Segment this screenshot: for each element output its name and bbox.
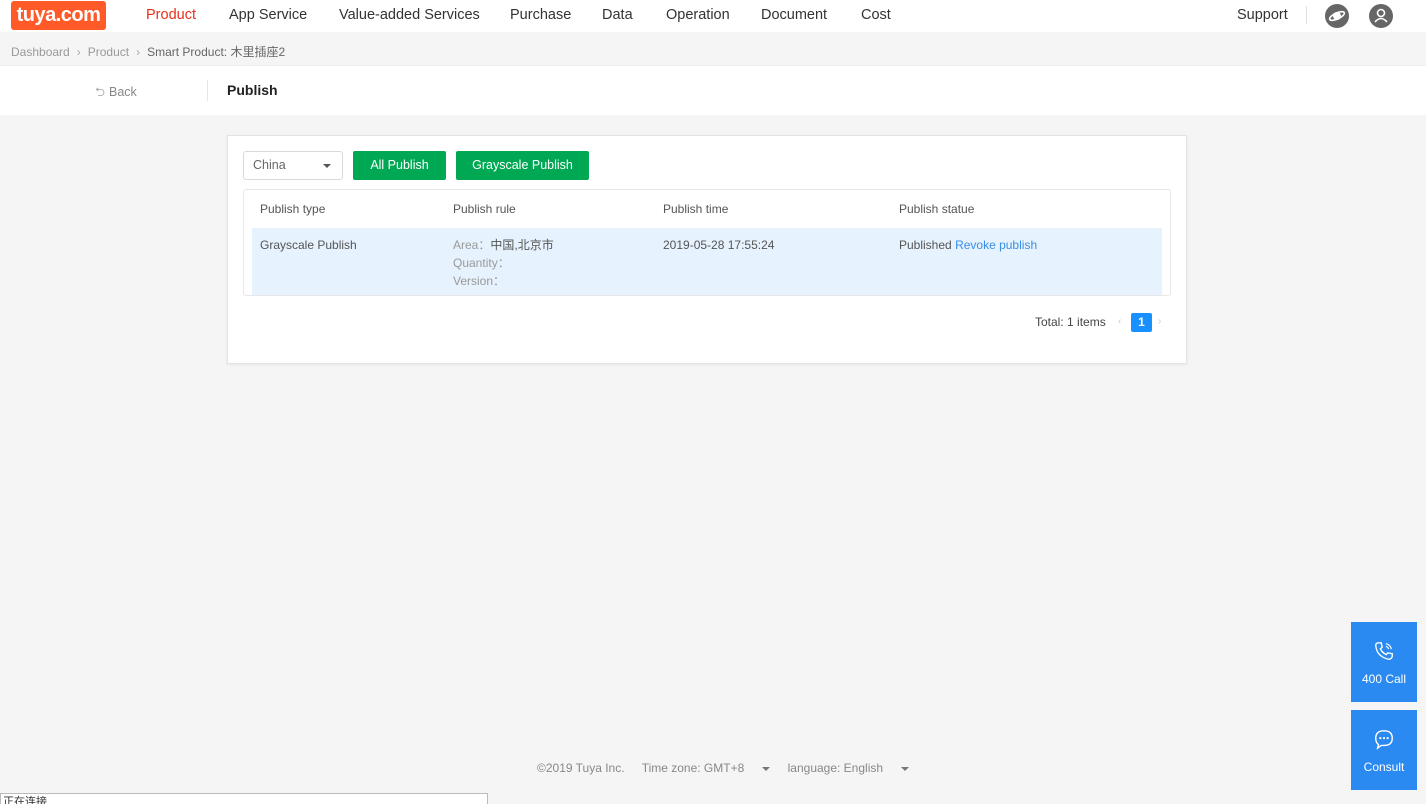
nav-operation[interactable]: Operation (666, 0, 730, 32)
browser-status-bar: 正在连接 (0, 793, 488, 804)
breadcrumb: Dashboard › Product › Smart Product: 木里插座2 (11, 43, 285, 60)
chevron-right-icon: › (136, 45, 141, 59)
nav-product[interactable]: Product (146, 0, 196, 32)
breadcrumb-current: Smart Product: 木里插座2 (147, 45, 286, 59)
language-label: language: English (787, 761, 884, 775)
caret-down-icon (901, 766, 910, 771)
cell-type: Grayscale Publish (260, 238, 357, 252)
cell-time: 2019-05-28 17:55:24 (663, 238, 775, 252)
col-header-status: Publish statue (899, 202, 975, 216)
publish-card: China All Publish Grayscale Publish Publ… (227, 135, 1187, 364)
footer: ©2019 Tuya Inc. Time zone: GMT+8 languag… (537, 761, 923, 775)
area-label: Area： (453, 238, 491, 252)
nav-data[interactable]: Data (602, 0, 633, 32)
consult-button[interactable]: Consult (1351, 710, 1417, 790)
caret-down-icon (323, 164, 331, 168)
call-button[interactable]: 400 Call (1351, 622, 1417, 702)
support-link[interactable]: Support (1237, 0, 1288, 30)
tuya-logo[interactable]: tuya.com (11, 1, 106, 30)
col-header-rule: Publish rule (453, 202, 516, 216)
grayscale-publish-button[interactable]: Grayscale Publish (456, 151, 589, 180)
chat-bubble-icon (1375, 730, 1393, 750)
col-header-time: Publish time (663, 202, 729, 216)
revoke-publish-link[interactable]: Revoke publish (955, 238, 1037, 252)
divider (207, 80, 208, 101)
top-nav: tuya.com Product App Service Value-added… (0, 0, 1426, 32)
region-select[interactable]: China (243, 151, 343, 180)
cell-status: Published Revoke publish (899, 236, 1037, 254)
nav-app-service[interactable]: App Service (229, 0, 307, 32)
nav-cost[interactable]: Cost (861, 0, 891, 32)
quantity-label: Quantity： (453, 256, 510, 270)
chevron-right-icon: › (76, 45, 81, 59)
breadcrumb-dashboard[interactable]: Dashboard (11, 45, 70, 59)
user-avatar-icon[interactable] (1369, 4, 1393, 28)
nav-divider (1306, 6, 1307, 24)
breadcrumb-product[interactable]: Product (88, 45, 129, 59)
language-select[interactable]: language: English (787, 761, 910, 775)
next-page-icon[interactable]: › (1158, 316, 1161, 327)
all-publish-button[interactable]: All Publish (353, 151, 446, 180)
cell-rule: Area：中国,北京市 Quantity： Version： (453, 236, 554, 290)
nav-value-added-services[interactable]: Value-added Services (339, 0, 480, 32)
page-1-button[interactable]: 1 (1131, 313, 1152, 332)
prev-page-icon[interactable]: ‹ (1118, 316, 1121, 327)
back-arrow-icon: ⮌ (95, 85, 106, 99)
version-label: Version： (453, 274, 506, 288)
phone-icon (1375, 642, 1393, 660)
status-text: Published (899, 238, 952, 252)
timezone-label: Time zone: GMT+8 (641, 761, 745, 775)
back-label: Back (109, 85, 137, 99)
col-header-type: Publish type (260, 202, 326, 216)
area-value: 中国,北京市 (490, 238, 554, 252)
sub-header: ⮌ Back Publish (0, 65, 1426, 115)
nav-purchase[interactable]: Purchase (510, 0, 571, 32)
consult-label: Consult (1363, 760, 1405, 774)
planet-icon[interactable] (1325, 4, 1349, 28)
copyright: ©2019 Tuya Inc. (537, 761, 625, 775)
publish-table: Publish type Publish rule Publish time P… (243, 189, 1171, 296)
table-row: Grayscale Publish Area：中国,北京市 Quantity： … (252, 228, 1162, 295)
region-select-value: China (253, 158, 286, 172)
back-button[interactable]: ⮌ Back (95, 83, 137, 104)
pagination-total: Total: 1 items (1035, 315, 1106, 329)
page-title: Publish (227, 82, 278, 98)
nav-document[interactable]: Document (761, 0, 827, 32)
call-label: 400 Call (1361, 672, 1407, 686)
timezone-select[interactable]: Time zone: GMT+8 (642, 761, 771, 775)
caret-down-icon (762, 766, 771, 771)
